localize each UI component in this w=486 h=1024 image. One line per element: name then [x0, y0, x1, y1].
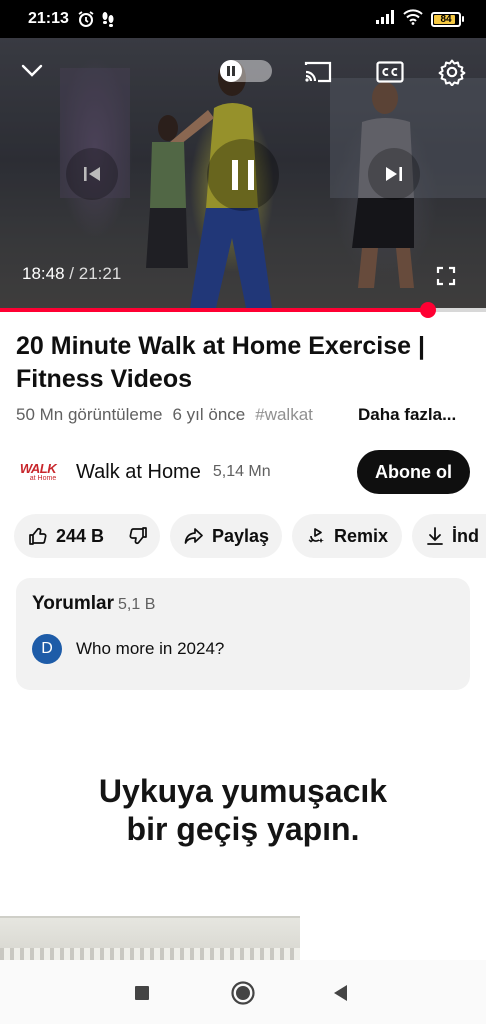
view-count: 50 Mn görüntüleme [16, 405, 163, 424]
avatar: D [32, 634, 62, 664]
subscribe-button[interactable]: Abone ol [357, 450, 470, 494]
logo-text-main: WALK [19, 460, 57, 476]
battery-level: 84 [440, 13, 452, 25]
cast-button[interactable] [302, 58, 334, 86]
hashtag[interactable]: #walkat [255, 405, 313, 425]
channel-logo[interactable]: WALK at Home [16, 457, 60, 487]
share-label: Paylaş [212, 525, 270, 546]
status-bar: 21:13 84 [0, 0, 486, 38]
time-separator: / [69, 264, 75, 283]
signal-icon [375, 9, 395, 29]
thumbs-down-icon [129, 527, 147, 545]
current-time: 18:48 [22, 264, 65, 283]
share-icon [184, 527, 204, 545]
like-button[interactable] [28, 526, 48, 546]
remix-label: Remix [334, 525, 389, 546]
captions-button[interactable] [374, 58, 406, 86]
captions-icon [376, 61, 404, 83]
chevron-down-icon [21, 64, 43, 77]
remix-icon [306, 526, 326, 546]
download-icon [426, 526, 444, 546]
navigation-bar [0, 960, 486, 1024]
comments-section[interactable]: Yorumlar 5,1 B D Who more in 2024? [16, 578, 470, 690]
top-comment[interactable]: D Who more in 2024? [32, 634, 224, 664]
home-circle-icon [231, 981, 255, 1005]
pause-icon [232, 160, 254, 190]
ad-headline: Uykuya yumuşacık bir geçiş yapın. [0, 772, 486, 848]
recent-apps-button[interactable] [127, 978, 157, 1008]
show-more-link[interactable]: Daha fazla... [352, 405, 457, 425]
like-dislike-chip: 244 B [14, 514, 160, 558]
action-bar: 244 B Paylaş Remix İnd [14, 514, 486, 558]
fullscreen-button[interactable] [432, 262, 460, 290]
next-icon [386, 167, 402, 181]
comments-title: Yorumlar [32, 593, 115, 614]
back-button[interactable] [326, 978, 356, 1008]
video-title[interactable]: 20 Minute Walk at Home Exercise | Fitnes… [16, 330, 476, 396]
like-count[interactable]: 244 B [56, 526, 104, 547]
battery-icon: 84 [431, 11, 464, 27]
download-button[interactable]: İnd [412, 514, 486, 558]
home-button[interactable] [228, 978, 258, 1008]
ad-headline-line1: Uykuya yumuşacık [98, 773, 388, 809]
settings-button[interactable] [436, 56, 468, 88]
comments-header: Yorumlar 5,1 B [32, 593, 155, 615]
square-icon [135, 986, 149, 1000]
upload-age: 6 yıl önce [172, 405, 246, 424]
download-label: İnd [452, 525, 479, 546]
footsteps-icon [101, 10, 115, 28]
minimize-button[interactable] [18, 56, 46, 84]
next-button[interactable] [368, 148, 420, 200]
logo-text-sub: at Home [29, 474, 57, 482]
video-player[interactable]: 18:48 / 21:21 [0, 38, 486, 310]
progress-bar[interactable] [0, 302, 486, 318]
previous-button[interactable] [66, 148, 118, 200]
comments-count: 5,1 B [118, 596, 156, 613]
previous-icon [84, 167, 100, 181]
thumbs-up-icon [29, 527, 47, 545]
ad-image-texture [0, 948, 300, 960]
duration: 21:21 [78, 264, 122, 283]
channel-name[interactable]: Walk at Home [76, 461, 201, 484]
remix-button[interactable]: Remix [292, 514, 402, 558]
channel-row: WALK at Home Walk at Home 5,14 Mn Abone … [16, 450, 470, 494]
ad-headline-line2: bir geçiş yapın. [126, 811, 360, 847]
wifi-icon [403, 9, 423, 29]
share-button[interactable]: Paylaş [170, 514, 282, 558]
top-comment-text: Who more in 2024? [76, 639, 225, 658]
settings-icon [438, 59, 466, 86]
pause-button[interactable] [207, 139, 279, 211]
cast-icon [304, 61, 332, 83]
progress-scrubber[interactable] [419, 302, 436, 318]
ad-banner[interactable]: Uykuya yumuşacık bir geçiş yapın. [0, 700, 486, 960]
autoplay-toggle-icon [220, 60, 242, 82]
status-time: 21:13 [28, 10, 69, 27]
alarm-icon [77, 10, 95, 28]
back-triangle-icon [334, 985, 347, 1001]
dislike-button[interactable] [128, 526, 148, 546]
progress-played [0, 308, 428, 312]
fullscreen-icon [436, 266, 456, 286]
autoplay-toggle[interactable] [220, 60, 272, 82]
player-time: 18:48 / 21:21 [22, 264, 121, 284]
subscriber-count: 5,14 Mn [212, 463, 271, 480]
video-metadata[interactable]: 50 Mn görüntüleme 6 yıl önce #walkat Dah… [16, 405, 486, 425]
